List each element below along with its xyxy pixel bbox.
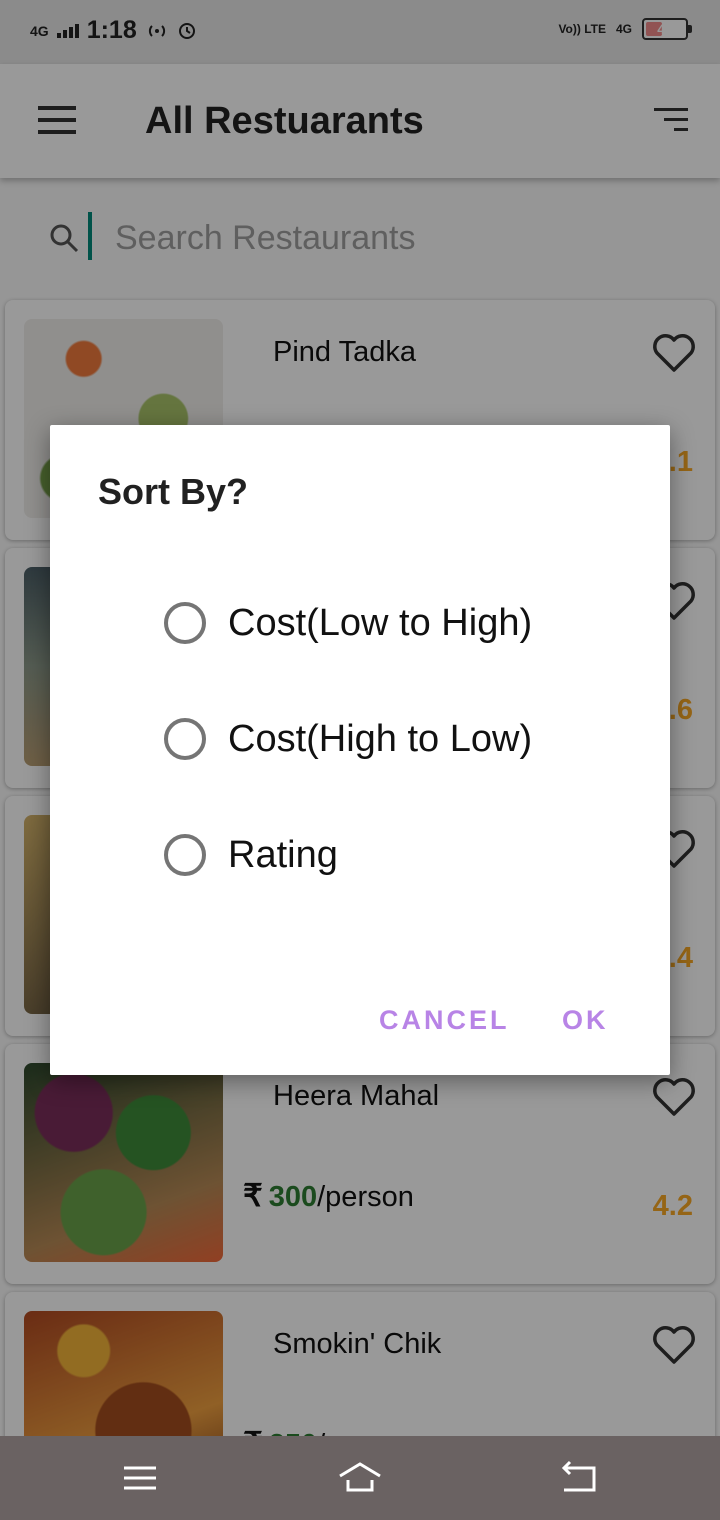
radio-button[interactable]: [164, 718, 206, 760]
cancel-button[interactable]: CANCEL: [379, 1005, 510, 1036]
option-label: Cost(High to Low): [228, 717, 533, 760]
sort-option-rating[interactable]: Rating: [164, 825, 338, 885]
option-label: Cost(Low to High): [228, 601, 533, 644]
sort-option-cost-low-high[interactable]: Cost(Low to High): [164, 593, 532, 653]
ok-button[interactable]: OK: [562, 1005, 609, 1036]
sort-option-cost-high-low[interactable]: Cost(High to Low): [164, 709, 532, 769]
home-icon[interactable]: [336, 1454, 384, 1502]
menu-icon[interactable]: [116, 1454, 164, 1502]
radio-button[interactable]: [164, 602, 206, 644]
dialog-title: Sort By?: [98, 471, 249, 512]
system-nav-bar: [0, 1436, 720, 1520]
sort-dialog: Sort By? Cost(Low to High) Cost(High to …: [50, 425, 670, 1075]
back-icon[interactable]: [556, 1454, 604, 1502]
option-label: Rating: [228, 833, 338, 876]
radio-button[interactable]: [164, 834, 206, 876]
